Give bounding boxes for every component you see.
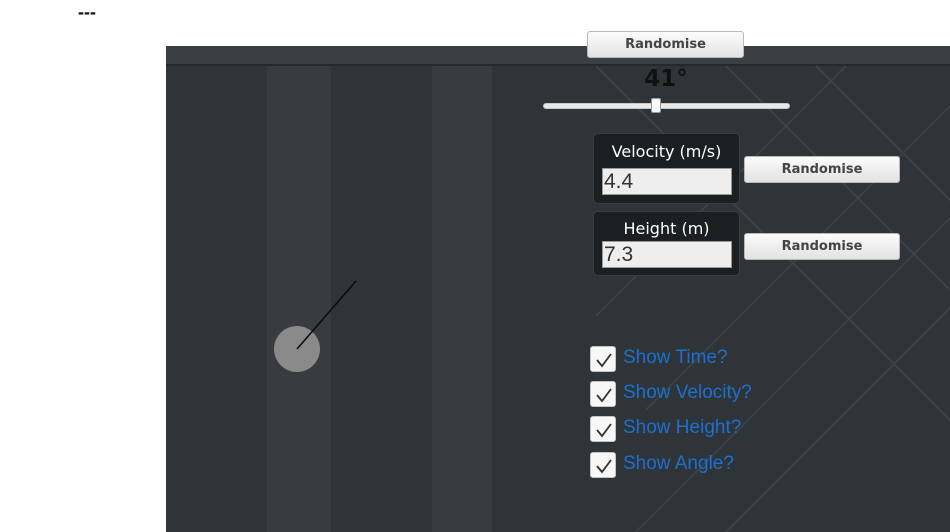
- checkmark-icon: [596, 388, 612, 403]
- randomise-angle-button[interactable]: Randomise: [587, 31, 744, 58]
- checkmark-icon: [596, 353, 612, 368]
- angle-slider-track[interactable]: [543, 103, 790, 109]
- show-height-label[interactable]: Show Height?: [623, 417, 741, 439]
- aim-direction-line: [296, 280, 357, 350]
- show-velocity-label[interactable]: Show Velocity?: [623, 382, 752, 404]
- checkmark-icon: [596, 423, 612, 438]
- checkmark-icon: [596, 459, 612, 474]
- show-angle-label[interactable]: Show Angle?: [623, 453, 734, 475]
- velocity-title: Velocity (m/s): [611, 142, 722, 161]
- angle-value-label: 41°: [644, 66, 688, 92]
- show-time-label[interactable]: Show Time?: [623, 347, 728, 369]
- show-height-checkbox[interactable]: [590, 416, 616, 442]
- show-time-checkbox[interactable]: [590, 346, 616, 372]
- velocity-panel: Velocity (m/s) 4.4: [593, 133, 740, 204]
- height-panel: Height (m) 7.3: [593, 211, 740, 276]
- height-input[interactable]: 7.3: [602, 241, 732, 268]
- velocity-input[interactable]: 4.4: [602, 168, 732, 195]
- show-velocity-checkbox[interactable]: [590, 381, 616, 407]
- randomise-height-button[interactable]: Randomise: [744, 233, 900, 260]
- angle-slider-handle[interactable]: [650, 98, 661, 113]
- randomise-velocity-button[interactable]: Randomise: [744, 156, 900, 183]
- show-angle-checkbox[interactable]: [590, 452, 616, 478]
- height-title: Height (m): [623, 219, 710, 238]
